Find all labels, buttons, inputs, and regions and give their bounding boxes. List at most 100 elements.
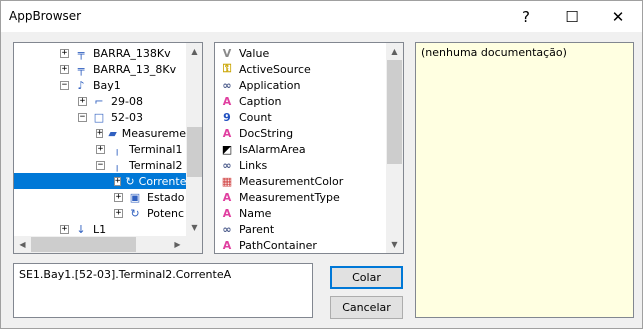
text-icon: A xyxy=(222,238,232,252)
member-item[interactable]: A Name xyxy=(219,205,272,221)
scroll-up-arrow-icon[interactable]: ▲ xyxy=(386,43,403,60)
text-icon: A xyxy=(222,206,232,220)
tree-expander-icon[interactable]: + xyxy=(96,128,104,138)
tree-vscroll-thumb[interactable] xyxy=(187,127,202,177)
tree-expander-icon[interactable]: + xyxy=(60,64,69,74)
tree-hscroll-thumb[interactable] xyxy=(31,237,136,252)
tree-item-label: Terminal2 xyxy=(129,158,183,172)
tree-item[interactable]: + ▰ Measureme xyxy=(96,125,186,141)
member-item[interactable]: V Value xyxy=(219,45,269,61)
digital-measurement-icon: ▣ xyxy=(129,190,141,204)
members-list[interactable]: V Value ⚿ ActiveSource ∞ Application A Caption 9… xyxy=(214,42,404,254)
window-title: AppBrowser xyxy=(9,9,82,23)
tree-item[interactable]: − ╷ Terminal2 xyxy=(96,157,186,173)
cancel-button[interactable]: Cancelar xyxy=(330,296,403,319)
path-value[interactable]: SE1.Bay1.[52-03].Terminal2.CorrenteA xyxy=(19,268,231,281)
tree-expander-icon[interactable]: − xyxy=(78,112,87,122)
close-button[interactable]: ✕ xyxy=(595,1,641,32)
tree-expander-icon[interactable]: + xyxy=(60,224,69,234)
member-label: DocString xyxy=(239,126,294,140)
tree-item-label: Potenc xyxy=(147,206,185,220)
tree-expander-icon[interactable]: − xyxy=(60,80,69,90)
scroll-right-arrow-icon[interactable]: ▶ xyxy=(169,236,186,253)
member-item[interactable]: ∞ Parent xyxy=(219,221,274,237)
boolean-icon: ◩ xyxy=(221,142,233,156)
member-label: Application xyxy=(239,78,301,92)
member-item[interactable]: A MeasurementType xyxy=(219,189,340,205)
tree-item-label: Bay1 xyxy=(93,78,121,92)
maximize-button[interactable]: ☐ xyxy=(549,1,595,32)
scroll-down-arrow-icon[interactable]: ▼ xyxy=(386,236,403,253)
analog-measurement-icon: ↻ xyxy=(130,206,140,220)
help-button[interactable]: ? xyxy=(503,1,549,32)
bus-icon: ╤ xyxy=(77,46,85,60)
load-icon: ↓ xyxy=(76,222,86,236)
text-icon: A xyxy=(222,94,232,108)
path-field[interactable]: SE1.Bay1.[52-03].Terminal2.CorrenteA xyxy=(13,263,313,318)
tree-expander-icon[interactable]: + xyxy=(114,176,122,186)
tree-item[interactable]: + ▣ Estado xyxy=(114,189,186,205)
documentation-panel: (nenhuma documentação) xyxy=(415,42,634,318)
tree-expander-icon[interactable]: + xyxy=(96,144,105,154)
tree-expander-icon[interactable]: + xyxy=(114,208,123,218)
members-vscroll-thumb[interactable] xyxy=(387,60,402,164)
scroll-down-arrow-icon[interactable]: ▼ xyxy=(186,219,202,236)
member-item[interactable]: ⚿ ActiveSource xyxy=(219,61,311,77)
tree-item[interactable]: + ↻ Corrente xyxy=(14,173,186,189)
paste-button[interactable]: Colar xyxy=(330,266,403,289)
tree-expander-icon[interactable]: + xyxy=(60,48,69,58)
member-item[interactable]: ◩ IsAlarmArea xyxy=(219,141,306,157)
text-icon: A xyxy=(222,190,232,204)
tree-item[interactable]: + ╤ BARRA_138Kv xyxy=(60,45,186,61)
tree-expander-icon[interactable]: + xyxy=(114,192,123,202)
tree-item[interactable]: − ♪ Bay1 xyxy=(60,77,186,93)
tree-item-label: L1 xyxy=(93,222,107,236)
member-item[interactable]: A DocString xyxy=(219,125,293,141)
tree-vertical-scrollbar[interactable]: ▲ ▼ xyxy=(186,43,202,236)
object-tree[interactable]: + ╤ BARRA_138Kv + ╤ BARRA_13_8Kv − ♪ Bay1 + ⌐ 29-08… xyxy=(13,42,203,254)
tree-horizontal-scrollbar[interactable]: ◀ ▶ xyxy=(14,236,186,253)
member-item[interactable]: ∞ Application xyxy=(219,77,300,93)
member-item[interactable]: A Caption xyxy=(219,93,282,109)
tree-item-label: Estado xyxy=(147,190,185,204)
member-item[interactable]: ▦ MeasurementColor xyxy=(219,173,343,189)
tree-expander-icon[interactable]: + xyxy=(78,96,87,106)
tree-item-label: BARRA_13_8Kv xyxy=(93,62,177,76)
member-item[interactable]: A PathContainer xyxy=(219,237,317,253)
member-label: IsAlarmArea xyxy=(239,142,306,156)
tree-item[interactable]: − □ 52-03 xyxy=(78,109,186,125)
tree-item[interactable]: + ⌐ 29-08 xyxy=(78,93,186,109)
link-icon: ∞ xyxy=(222,222,232,236)
link-icon: ∞ xyxy=(222,78,232,92)
tree-item[interactable]: + ↻ Potenc xyxy=(114,205,186,221)
tree-item-label: Corrente xyxy=(138,174,187,188)
color-icon: ▦ xyxy=(221,174,233,188)
tree-item-label: BARRA_138Kv xyxy=(93,46,171,60)
terminal-icon: ╷ xyxy=(113,142,121,156)
scroll-up-arrow-icon[interactable]: ▲ xyxy=(186,43,202,60)
scroll-corner xyxy=(186,236,202,253)
scroll-left-arrow-icon[interactable]: ◀ xyxy=(14,236,31,253)
member-label: ActiveSource xyxy=(239,62,311,76)
tree-item-label: Terminal1 xyxy=(129,142,183,156)
folder-measurement-icon: ▰ xyxy=(108,126,117,140)
terminal-icon: ╷ xyxy=(113,158,121,172)
bay-icon: ♪ xyxy=(77,78,85,92)
tree-expander-icon[interactable]: − xyxy=(96,160,105,170)
breaker-icon: □ xyxy=(93,110,105,124)
member-item[interactable]: ∞ Links xyxy=(219,157,267,173)
member-label: Parent xyxy=(239,222,275,236)
app-window: AppBrowser ? ☐ ✕ + ╤ BARRA_138Kv + ╤ BARRA_13… xyxy=(0,0,643,329)
title-bar: AppBrowser ? ☐ ✕ xyxy=(1,1,642,32)
member-label: Name xyxy=(239,206,272,220)
member-label: MeasurementColor xyxy=(239,174,344,188)
number-icon: 9 xyxy=(223,110,231,124)
tree-item[interactable]: + ╤ BARRA_13_8Kv xyxy=(60,61,186,77)
member-item[interactable]: 9 Count xyxy=(219,109,272,125)
members-vertical-scrollbar[interactable]: ▲ ▼ xyxy=(386,43,403,253)
link-icon: ∞ xyxy=(222,158,232,172)
member-label: Caption xyxy=(239,94,282,108)
tree-item[interactable]: + ↓ L1 xyxy=(60,221,186,237)
key-icon: ⚿ xyxy=(222,62,232,75)
tree-item[interactable]: + ╷ Terminal1 xyxy=(96,141,186,157)
